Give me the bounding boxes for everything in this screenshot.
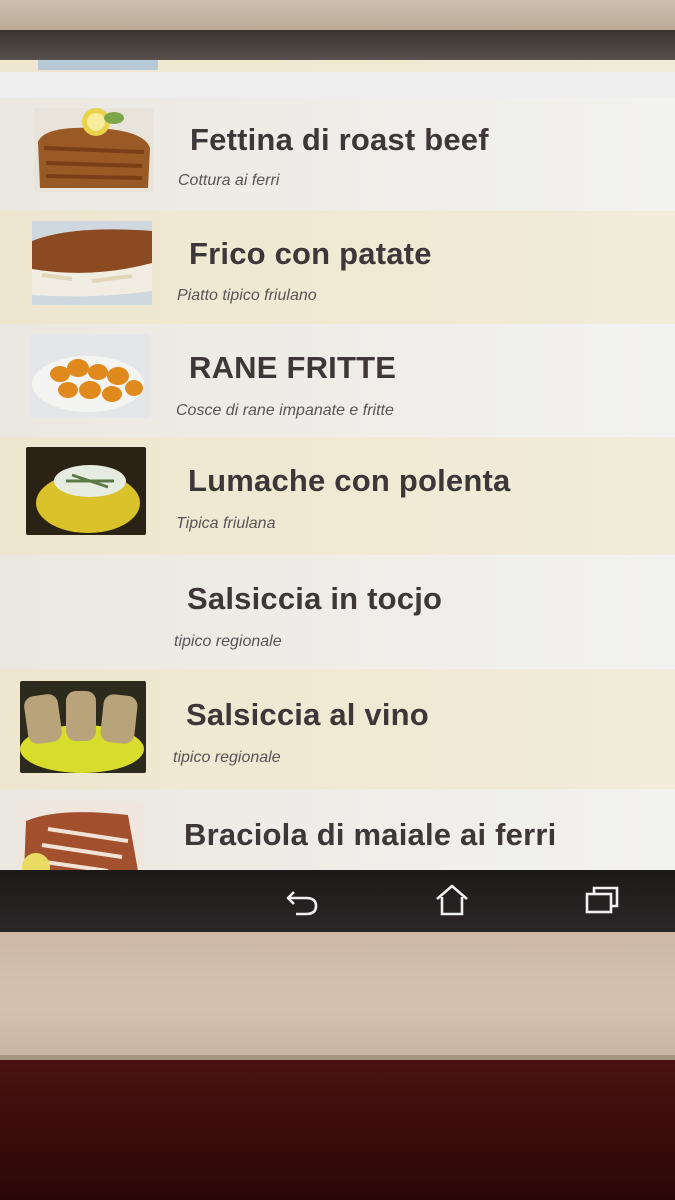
pork-chop-photo	[18, 801, 144, 872]
home-button[interactable]	[430, 880, 474, 920]
partial-item-title: LUMACHE	[192, 60, 347, 68]
back-button[interactable]	[280, 880, 324, 920]
recent-apps-button[interactable]	[580, 880, 624, 920]
item-subtitle: Cottura ai ferri	[178, 172, 280, 189]
list-item-partial[interactable]: LUMACHE	[0, 60, 675, 72]
item-subtitle: tipico regionale	[173, 749, 281, 766]
item-title: Lumache con polenta	[188, 463, 511, 498]
list-item[interactable]: Lumache con polenta Tipica friulana	[0, 437, 675, 555]
item-title: Frico con patate	[189, 236, 432, 271]
item-title: RANE FRITTE	[189, 350, 397, 385]
item-subtitle: tipico regionale	[174, 633, 282, 650]
list-item[interactable]: Fettina di roast beef Cottura ai ferri	[0, 98, 675, 211]
list-item[interactable]: Frico con patate Piatto tipico friulano	[0, 211, 675, 324]
sausage-wine-photo	[20, 681, 146, 773]
home-icon	[436, 884, 468, 916]
item-subtitle: Piatto tipico friulano	[177, 287, 317, 304]
item-title: Salsiccia al vino	[186, 697, 429, 732]
menu-screen: LUMACHE Fettina di roast beef Cottura ai…	[0, 60, 675, 872]
item-title: Fettina di roast beef	[190, 122, 489, 157]
device-top-bezel	[0, 0, 675, 34]
item-subtitle: Tipica friulana	[176, 515, 276, 532]
frico-photo	[32, 221, 152, 305]
list-item[interactable]: Braciola di maiale ai ferri	[0, 789, 675, 872]
back-arrow-icon	[286, 891, 318, 916]
partial-dish-photo	[38, 60, 158, 70]
fried-frogs-photo	[30, 334, 150, 418]
system-navigation-bar	[0, 870, 675, 932]
item-title: Braciola di maiale ai ferri	[184, 817, 557, 852]
recent-apps-icon	[585, 886, 619, 914]
list-item[interactable]: Salsiccia in tocjo tipico regionale	[0, 555, 675, 669]
list-item[interactable]: Salsiccia al vino tipico regionale	[0, 669, 675, 789]
list-item[interactable]: RANE FRITTE Cosce di rane impanate e fri…	[0, 324, 675, 437]
item-title: Salsiccia in tocjo	[187, 581, 443, 616]
roast-beef-photo	[34, 108, 154, 192]
snails-polenta-photo	[26, 447, 146, 535]
table-surface	[0, 1060, 675, 1200]
device-bottom-bezel	[0, 932, 675, 1060]
item-subtitle: Cosce di rane impanate e fritte	[176, 402, 394, 419]
